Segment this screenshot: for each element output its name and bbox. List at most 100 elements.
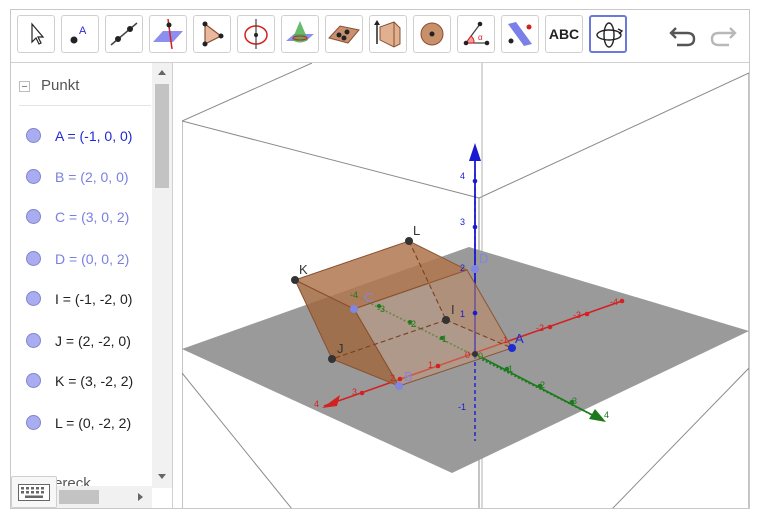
angle-tool[interactable]: α: [457, 15, 495, 53]
virtual-keyboard-button[interactable]: [11, 476, 57, 508]
visibility-toggle-icon[interactable]: [26, 251, 41, 266]
label-J: J: [337, 341, 344, 356]
perpendicular-line-tool[interactable]: [149, 15, 187, 53]
group-label-points: Punkt: [41, 77, 80, 94]
point-definition[interactable]: L = (0, -2, 2): [55, 413, 131, 433]
x-tick-label: -4: [610, 297, 618, 307]
algebra-point-row[interactable]: D = (0, 0, 2): [23, 249, 163, 273]
label-C: C: [364, 290, 373, 305]
group-header-points[interactable]: Punkt: [19, 76, 149, 100]
arrow-cursor-icon: [31, 22, 45, 45]
group-separator: [19, 105, 151, 106]
algebra-point-row[interactable]: K = (3, -2, 2): [23, 371, 163, 395]
sphere-icon: [420, 22, 444, 46]
algebra-point-row[interactable]: I = (-1, -2, 0): [23, 289, 163, 313]
plane-through-points-tool[interactable]: [325, 15, 363, 53]
point-D[interactable]: [471, 265, 479, 273]
label-I: I: [451, 302, 455, 317]
point-icon: A: [70, 25, 87, 44]
algebra-point-row[interactable]: B = (2, 0, 0): [23, 167, 163, 191]
algebra-point-row[interactable]: J = (2, -2, 0): [23, 331, 163, 355]
collapse-icon[interactable]: [19, 81, 30, 92]
angle-icon: α: [463, 21, 490, 46]
visibility-toggle-icon[interactable]: [26, 333, 41, 348]
intersect-surfaces-tool[interactable]: [281, 15, 319, 53]
point-L[interactable]: [405, 237, 413, 245]
algebra-point-row[interactable]: L = (0, -2, 2): [23, 413, 163, 437]
sphere-tool[interactable]: [413, 15, 451, 53]
x-tick-label: 1: [428, 360, 433, 370]
x-tick-label: -2: [536, 323, 544, 333]
point-tool[interactable]: A: [61, 15, 99, 53]
point-I[interactable]: [442, 316, 450, 324]
point-C[interactable]: [350, 305, 358, 313]
move-tool[interactable]: [17, 15, 55, 53]
point-definition[interactable]: K = (3, -2, 2): [55, 371, 133, 391]
perpendicular-plane-icon: [153, 18, 183, 50]
scroll-up-arrow-icon[interactable]: [158, 70, 166, 75]
prism-icon: [374, 20, 401, 48]
svg-text:A: A: [79, 25, 87, 37]
undo-button[interactable]: [668, 22, 698, 50]
algebra-view: Punkt A = (-1, 0, 0) B = (2, 0, 0) C = (3,…: [11, 63, 173, 508]
label-B: B: [404, 369, 413, 384]
redo-icon: [710, 27, 737, 47]
circle-axis-icon: [244, 19, 268, 49]
algebra-vertical-scrollbar[interactable]: [152, 63, 172, 488]
redo-button[interactable]: [708, 22, 738, 50]
point-definition[interactable]: B = (2, 0, 0): [55, 167, 129, 187]
point-definition[interactable]: D = (0, 0, 2): [55, 249, 129, 269]
polygon-icon: [202, 21, 224, 47]
point-definition[interactable]: I = (-1, -2, 0): [55, 289, 132, 309]
point-definition[interactable]: J = (2, -2, 0): [55, 331, 131, 351]
point-definition[interactable]: A = (-1, 0, 0): [55, 126, 132, 146]
x-tick-label: 0: [465, 350, 470, 360]
x-tick-label: 4: [314, 399, 319, 409]
geogebra-app: A α ABC Punkt A = (-1, 0, 0) B = (2, 0, …: [10, 9, 750, 509]
visibility-toggle-icon[interactable]: [26, 291, 41, 306]
plane-points-icon: [328, 25, 360, 44]
graphics-3d-view[interactable]: 4 3 2 1 -1 4 3 2 1 0 -1 -2 -3 -4 -4 -3 -…: [182, 63, 749, 508]
x-tick-label: -3: [573, 310, 581, 320]
label-D: D: [479, 251, 488, 266]
x-tick-label: 2: [390, 373, 395, 383]
line-icon: [110, 22, 138, 46]
y-tick-label: -4: [350, 290, 358, 300]
reflect-plane-tool[interactable]: [501, 15, 539, 53]
toolbar: A α ABC: [11, 10, 749, 63]
keyboard-icon: [18, 484, 50, 501]
undo-icon: [669, 27, 696, 47]
z-tick-label: 3: [460, 217, 465, 227]
visibility-toggle-icon[interactable]: [26, 128, 41, 143]
scroll-down-arrow-icon[interactable]: [158, 474, 166, 479]
circle-axis-tool[interactable]: [237, 15, 275, 53]
extrude-prism-tool[interactable]: [369, 15, 407, 53]
rotate-view-tool[interactable]: [589, 15, 627, 53]
algebra-point-row[interactable]: A = (-1, 0, 0): [23, 126, 163, 150]
z-tick-label: -1: [458, 402, 466, 412]
visibility-toggle-icon[interactable]: [26, 415, 41, 430]
rotate-3d-icon: [596, 22, 624, 48]
visibility-toggle-icon[interactable]: [26, 373, 41, 388]
visibility-toggle-icon[interactable]: [26, 169, 41, 184]
label-A: A: [515, 331, 524, 346]
point-B[interactable]: [395, 382, 403, 390]
z-tick-label: 4: [460, 171, 465, 181]
label-L: L: [413, 223, 420, 238]
visibility-toggle-icon[interactable]: [26, 209, 41, 224]
algebra-point-row[interactable]: C = (3, 0, 2): [23, 207, 163, 231]
x-tick-label: 3: [352, 387, 357, 397]
point-definition[interactable]: C = (3, 0, 2): [55, 207, 129, 227]
text-tool-label: ABC: [548, 26, 580, 42]
point-J[interactable]: [328, 355, 336, 363]
point-K[interactable]: [291, 276, 299, 284]
scrollbar-thumb[interactable]: [155, 84, 169, 188]
y-tick-label: 0: [478, 351, 483, 361]
text-tool[interactable]: ABC: [545, 15, 583, 53]
scrollbar-thumb[interactable]: [59, 490, 99, 504]
line-tool[interactable]: [105, 15, 143, 53]
scroll-right-arrow-icon[interactable]: [138, 493, 143, 501]
polygon-tool[interactable]: [193, 15, 231, 53]
origin-point: [472, 351, 478, 357]
z-tick-label: 2: [460, 263, 465, 273]
